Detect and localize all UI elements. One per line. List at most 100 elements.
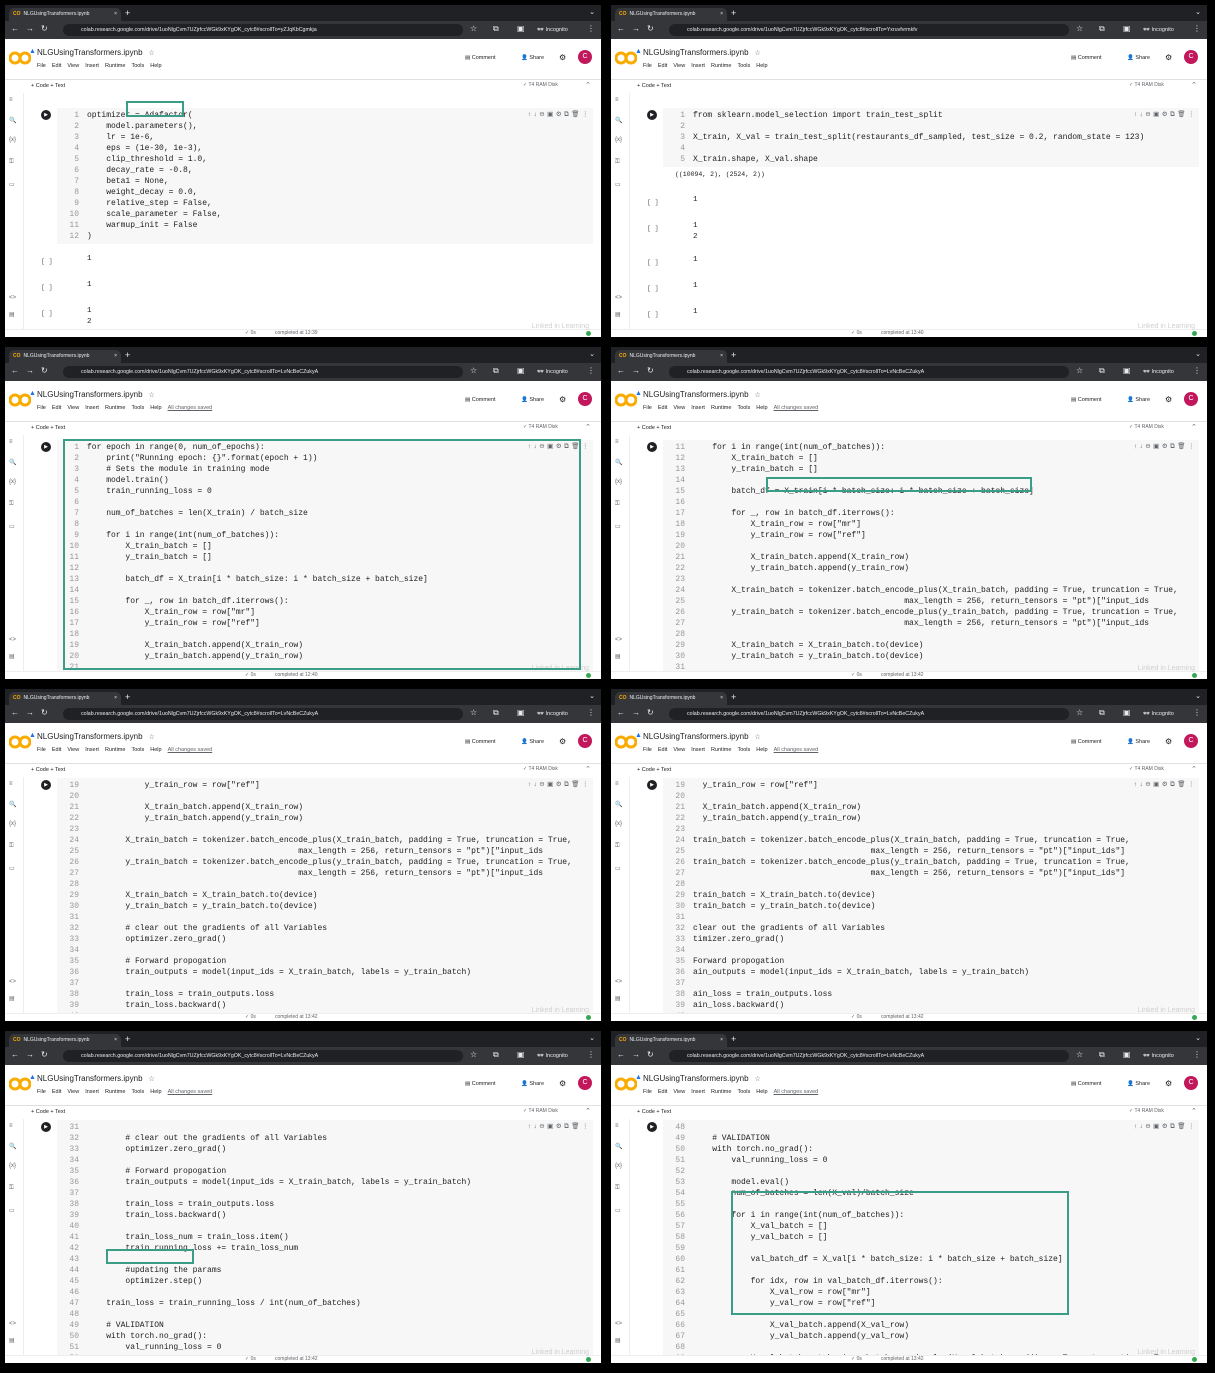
menu-item[interactable]: Runtime bbox=[711, 63, 731, 69]
secrets-icon[interactable]: ⚿ bbox=[615, 843, 620, 850]
menu-item[interactable]: Runtime bbox=[711, 405, 731, 411]
secrets-icon[interactable]: ⚿ bbox=[9, 159, 14, 166]
secrets-icon[interactable]: ⚿ bbox=[615, 501, 620, 508]
bookmark-star-icon[interactable]: ☆ bbox=[470, 366, 477, 375]
code-cell[interactable]: 11 for i in range(int(num_of_batches)): 1… bbox=[663, 440, 1199, 671]
browser-tab[interactable]: CO NLGUsingTransformers.ipynb × bbox=[9, 350, 121, 363]
code-cell[interactable]: 31 32 # clear out the gradients of all Va… bbox=[57, 1120, 593, 1355]
menu-item[interactable]: File bbox=[37, 63, 46, 69]
share-button[interactable]: 👤 Share bbox=[521, 739, 544, 745]
comment-button[interactable]: ▤ Comment bbox=[465, 739, 496, 745]
secrets-icon[interactable]: ⚿ bbox=[615, 159, 620, 166]
collapse-icon[interactable]: ⌃ bbox=[1191, 765, 1197, 773]
menu-item[interactable]: Edit bbox=[52, 747, 61, 753]
menu-item[interactable]: Edit bbox=[52, 405, 61, 411]
url-input[interactable]: colab.research.google.com/drive/1uoNlgCv… bbox=[63, 708, 463, 720]
tab-close-icon[interactable]: × bbox=[114, 350, 117, 363]
run-cell-button[interactable]: ▶ bbox=[647, 780, 657, 790]
collapse-icon[interactable]: ⌃ bbox=[1191, 423, 1197, 431]
secrets-icon[interactable]: ⚿ bbox=[615, 1185, 620, 1192]
menu-item[interactable]: Runtime bbox=[711, 1089, 731, 1095]
command-palette-icon[interactable]: ▤ bbox=[9, 1337, 15, 1344]
menu-item[interactable]: View bbox=[673, 405, 685, 411]
connection-indicator[interactable] bbox=[586, 1357, 591, 1362]
settings-gear-icon[interactable]: ⚙ bbox=[1165, 395, 1172, 404]
colab-logo[interactable] bbox=[8, 393, 32, 407]
collapse-icon[interactable]: ⌃ bbox=[1191, 1107, 1197, 1115]
cell-actions-icons[interactable]: ↑↓⊖▣⚙⧉🗑⋮ bbox=[528, 1122, 591, 1131]
comment-button[interactable]: ▤ Comment bbox=[1071, 739, 1102, 745]
variables-icon[interactable]: {x} bbox=[615, 1163, 622, 1169]
empty-code-cell[interactable]: [ ] 1 2 bbox=[41, 306, 591, 326]
menu-item[interactable]: Edit bbox=[658, 405, 667, 411]
menu-item[interactable]: Tools bbox=[131, 63, 144, 69]
menu-item[interactable]: Runtime bbox=[105, 747, 125, 753]
browser-tab[interactable]: CO NLGUsingTransformers.ipynb × bbox=[615, 692, 727, 705]
menu-item[interactable]: Edit bbox=[658, 1089, 667, 1095]
code-snippets-icon[interactable]: <> bbox=[615, 979, 622, 985]
command-palette-icon[interactable]: ▤ bbox=[9, 653, 15, 660]
menu-item[interactable]: Help bbox=[150, 747, 161, 753]
menu-item[interactable]: Runtime bbox=[105, 405, 125, 411]
menu-item[interactable]: Insert bbox=[691, 747, 705, 753]
avatar[interactable]: C bbox=[578, 734, 592, 748]
browser-tab[interactable]: CO NLGUsingTransformers.ipynb × bbox=[9, 1034, 121, 1047]
notebook-title[interactable]: NLGUsingTransformers.ipynb ☆ bbox=[37, 390, 155, 399]
cell-run-bracket[interactable]: [ ] bbox=[41, 258, 53, 265]
colab-logo[interactable] bbox=[614, 51, 638, 65]
window-controls-icon[interactable]: ⌄ bbox=[589, 1034, 595, 1042]
run-cell-button[interactable]: ▶ bbox=[647, 110, 657, 120]
menu-item[interactable]: View bbox=[67, 1089, 79, 1095]
bookmark-star-icon[interactable]: ☆ bbox=[470, 1050, 477, 1059]
command-palette-icon[interactable]: ▤ bbox=[9, 995, 15, 1002]
star-notebook-icon[interactable]: ☆ bbox=[755, 734, 761, 741]
navigation-buttons-icon[interactable]: ←→↻ bbox=[617, 708, 661, 717]
menu-item[interactable]: File bbox=[37, 1089, 46, 1095]
colab-logo[interactable] bbox=[8, 51, 32, 65]
collapse-icon[interactable]: ⌃ bbox=[585, 1107, 591, 1115]
extensions-icon[interactable]: ⧉ bbox=[493, 24, 499, 34]
browser-tab[interactable]: CO NLGUsingTransformers.ipynb × bbox=[615, 8, 727, 21]
run-cell-button[interactable]: ▶ bbox=[41, 442, 51, 452]
search-icon[interactable]: 🔍 bbox=[9, 117, 16, 124]
code-cell[interactable]: 19 y_train_row = row["ref"] 20 21 X_train_… bbox=[57, 778, 593, 1013]
share-button[interactable]: 👤 Share bbox=[521, 1081, 544, 1087]
tab-close-icon[interactable]: × bbox=[114, 1034, 117, 1047]
runtime-indicator[interactable]: ✓ T4 RAM Disk bbox=[1129, 1108, 1164, 1114]
star-notebook-icon[interactable]: ☆ bbox=[149, 50, 155, 57]
search-icon[interactable]: 🔍 bbox=[9, 1143, 16, 1150]
cell-actions-icons[interactable]: ↑↓⊖▣⚙⧉🗑⋮ bbox=[1134, 110, 1197, 119]
run-cell-button[interactable]: ▶ bbox=[41, 110, 51, 120]
variables-icon[interactable]: {x} bbox=[9, 1163, 16, 1169]
star-notebook-icon[interactable]: ☆ bbox=[755, 1076, 761, 1083]
comment-button[interactable]: ▤ Comment bbox=[1071, 397, 1102, 403]
bookmark-star-icon[interactable]: ☆ bbox=[470, 708, 477, 717]
browser-tab[interactable]: CO NLGUsingTransformers.ipynb × bbox=[9, 692, 121, 705]
runtime-indicator[interactable]: ✓ T4 RAM Disk bbox=[1129, 766, 1164, 772]
extensions-icon[interactable]: ⧉ bbox=[493, 1050, 499, 1060]
toc-icon[interactable]: ≡ bbox=[9, 439, 13, 445]
comment-button[interactable]: ▤ Comment bbox=[465, 55, 496, 61]
variables-icon[interactable]: {x} bbox=[615, 479, 622, 485]
toc-icon[interactable]: ≡ bbox=[9, 781, 13, 787]
code-snippets-icon[interactable]: <> bbox=[615, 295, 622, 301]
extensions-icon[interactable]: ⧉ bbox=[493, 366, 499, 376]
window-controls-icon[interactable]: ⌄ bbox=[589, 692, 595, 700]
code-snippets-icon[interactable]: <> bbox=[9, 637, 16, 643]
command-palette-icon[interactable]: ▤ bbox=[615, 995, 621, 1002]
share-button[interactable]: 👤 Share bbox=[1127, 739, 1150, 745]
new-tab-icon[interactable]: + bbox=[731, 692, 736, 702]
menu-item[interactable]: Help bbox=[150, 405, 161, 411]
add-cell-buttons[interactable]: + Code + Text bbox=[637, 83, 671, 89]
code-snippets-icon[interactable]: <> bbox=[615, 637, 622, 643]
star-notebook-icon[interactable]: ☆ bbox=[755, 392, 761, 399]
sidepanel-icon[interactable]: ▣ bbox=[517, 366, 525, 375]
add-cell-buttons[interactable]: + Code + Text bbox=[31, 425, 65, 431]
add-cell-buttons[interactable]: + Code + Text bbox=[31, 83, 65, 89]
avatar[interactable]: C bbox=[1184, 50, 1198, 64]
bookmark-star-icon[interactable]: ☆ bbox=[1076, 1050, 1083, 1059]
url-input[interactable]: colab.research.google.com/drive/1uoNlgCv… bbox=[669, 366, 1069, 378]
window-controls-icon[interactable]: ⌄ bbox=[589, 8, 595, 16]
run-cell-button[interactable]: ▶ bbox=[41, 780, 51, 790]
tab-close-icon[interactable]: × bbox=[114, 8, 117, 21]
